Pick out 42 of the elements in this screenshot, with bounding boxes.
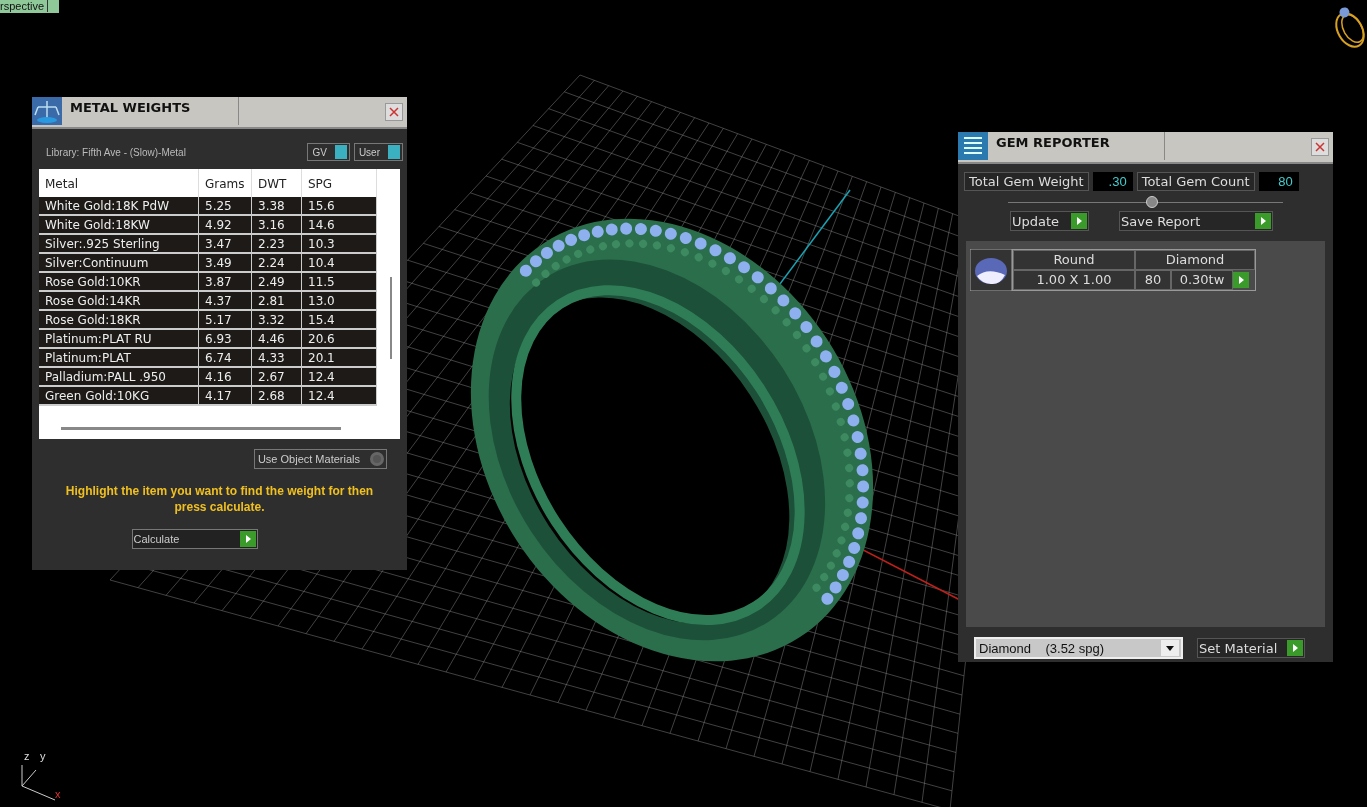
library-label: Library: Fifth Ave - (Slow)-Metal: [46, 146, 187, 158]
axis-label: z: [24, 750, 30, 762]
gem-size: 1.00 X 1.00: [1013, 270, 1135, 290]
gem-material: Diamond: [1135, 250, 1255, 270]
toggle-button[interactable]: GV: [307, 143, 350, 161]
material-dropdown[interactable]: Diamond (3.52 spg): [974, 637, 1183, 659]
action-button[interactable]: Save Report: [1119, 211, 1274, 231]
set-material-button[interactable]: Set Material: [1197, 638, 1306, 658]
collapse-handle[interactable]: [1145, 196, 1158, 208]
instruction-text: Highlight the item you want to find the weight for then press calculate.: [64, 483, 375, 515]
gem-shape: Round: [1013, 250, 1135, 270]
table-cell[interactable]: Green Gold:10KG: [39, 387, 199, 406]
panel-title: GEM REPORTER: [995, 134, 1111, 152]
scrollbar[interactable]: [61, 427, 341, 430]
total-count-value: 80: [1258, 172, 1299, 191]
ring-icon[interactable]: [1335, 7, 1365, 48]
gem-icon: [970, 249, 1012, 291]
axis-gizmo-icon: [21, 764, 56, 801]
calculate-button[interactable]: Calculate: [131, 529, 258, 549]
axis-label: y: [40, 750, 46, 762]
close-icon: [1315, 142, 1325, 152]
gem-count: 80: [1135, 270, 1171, 290]
table-cell[interactable]: 2.68: [252, 387, 302, 406]
close-icon: [389, 107, 399, 117]
table-cell[interactable]: 4.17: [199, 387, 252, 406]
scrollbar[interactable]: [390, 277, 392, 359]
total-weight-value: .30: [1092, 172, 1133, 191]
gem-weight: 0.30tw: [1171, 270, 1233, 290]
scale-icon: [32, 97, 62, 125]
report-icon: [958, 132, 988, 160]
play-button[interactable]: [1233, 272, 1249, 288]
toggle-button[interactable]: User: [353, 143, 403, 161]
axis-label: x: [55, 788, 61, 800]
panel-title: METAL WEIGHTS: [69, 99, 192, 117]
close-button[interactable]: [1311, 138, 1329, 156]
total-weight-label: Total Gem Weight: [964, 172, 1089, 191]
total-count-label: Total Gem Count: [1136, 172, 1255, 191]
table-cell[interactable]: 12.4: [302, 387, 377, 406]
close-button[interactable]: [385, 103, 403, 121]
object-materials-toggle[interactable]: Use Object Materials: [253, 449, 387, 469]
view-label[interactable]: rspective: [0, 0, 60, 13]
action-button[interactable]: Update: [1010, 211, 1090, 231]
